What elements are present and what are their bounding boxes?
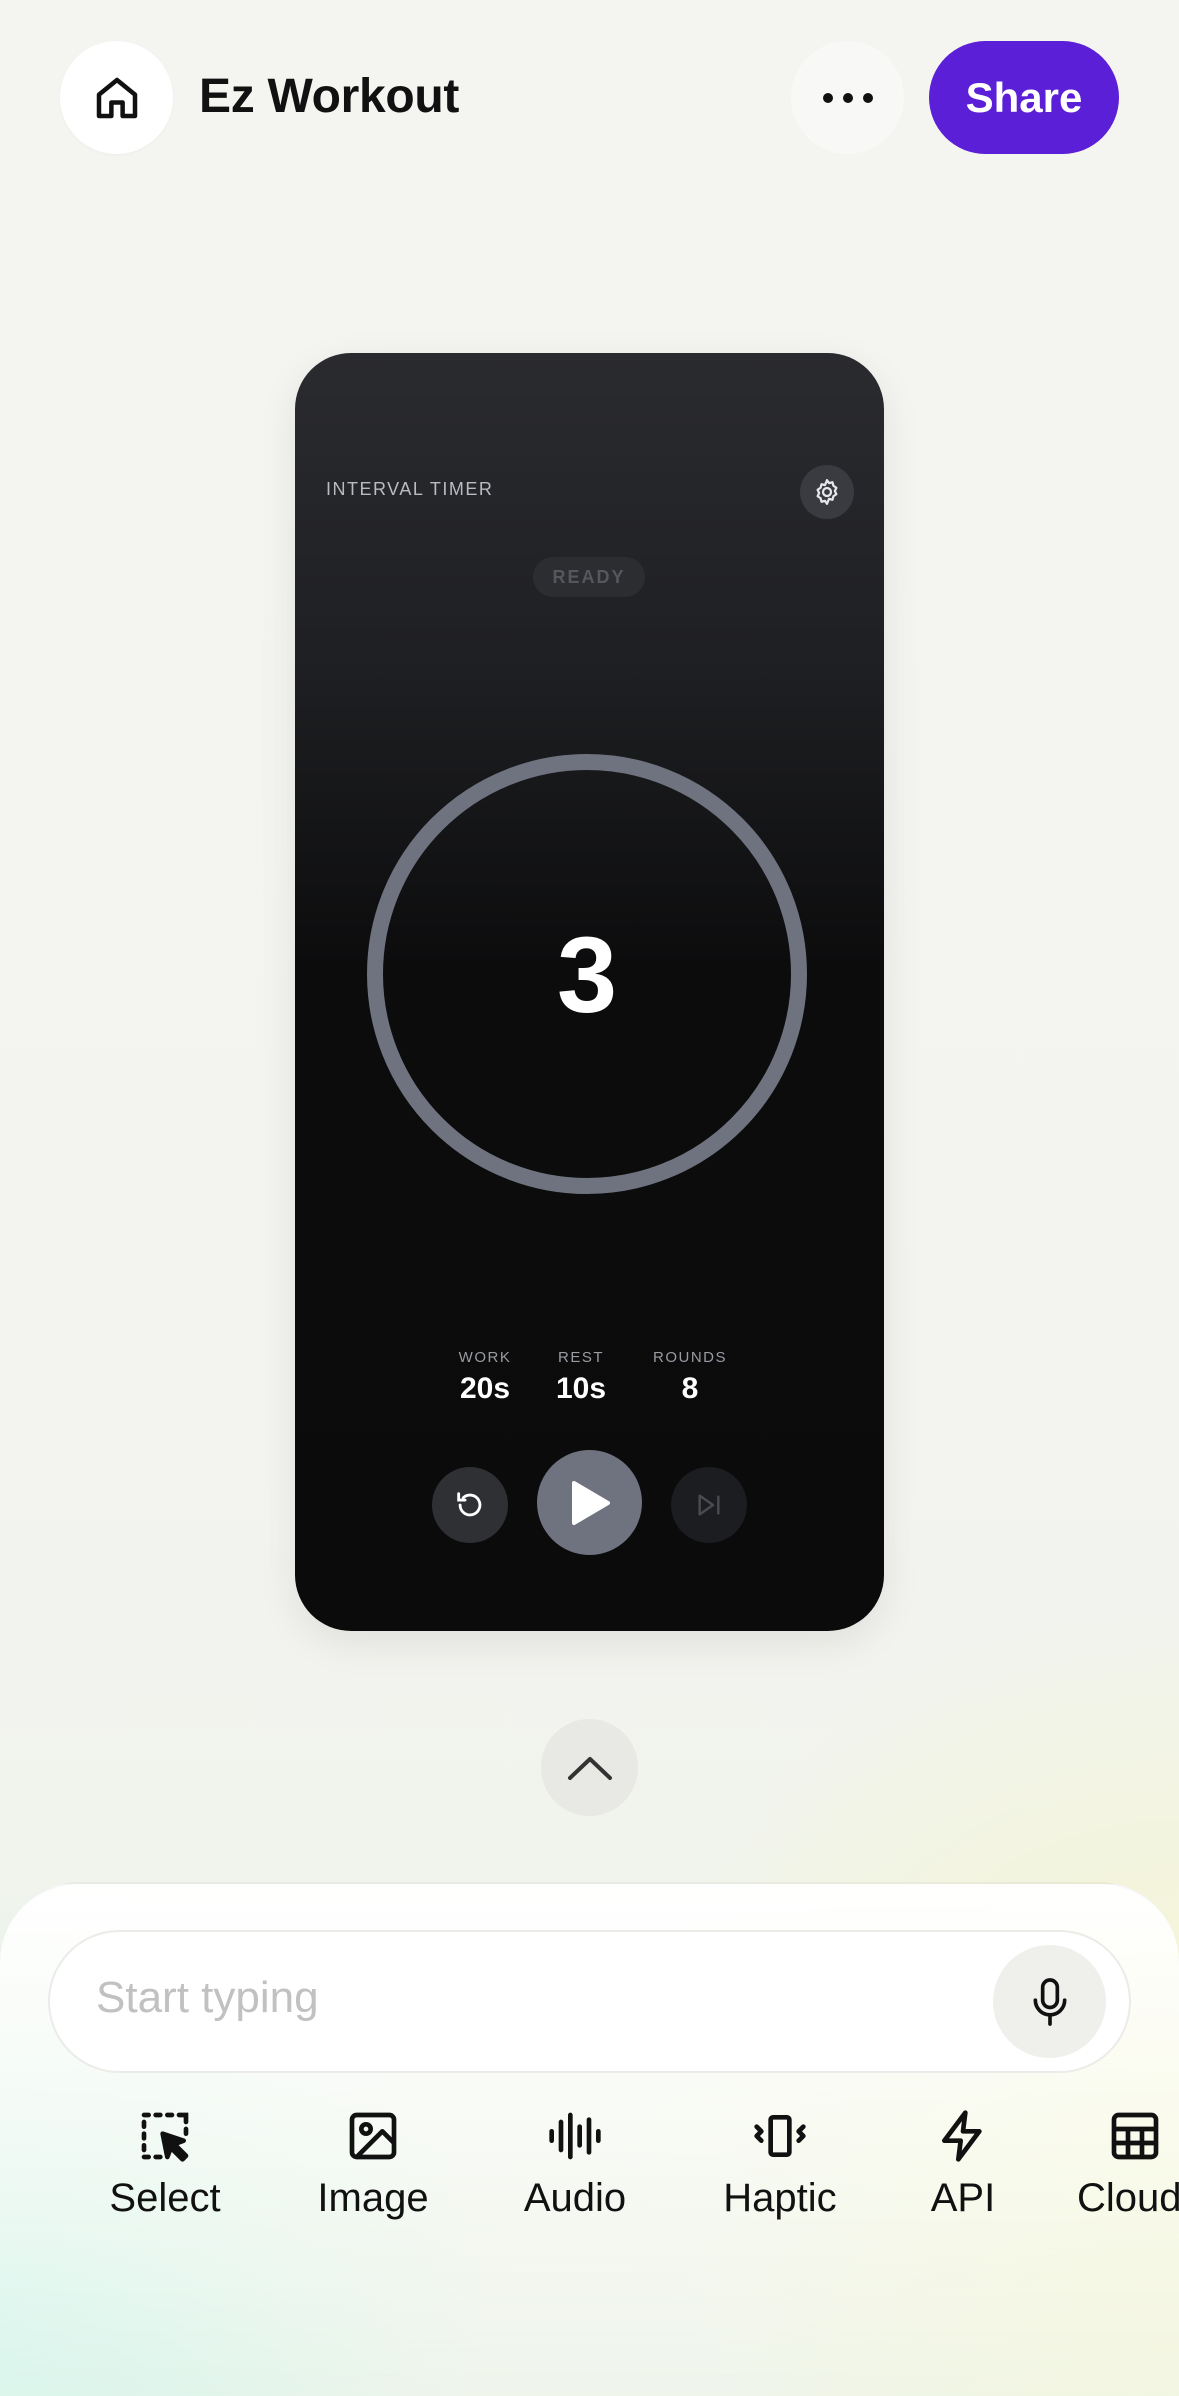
reset-icon [457, 1492, 482, 1517]
microphone-icon [1033, 1977, 1066, 2026]
cloud-icon [1111, 2112, 1159, 2160]
tool-api[interactable]: API [908, 2108, 1018, 2238]
tool-haptic[interactable]: Haptic [710, 2108, 850, 2238]
stat-work: WORK 20s [445, 1349, 525, 1406]
home-icon [96, 77, 137, 118]
api-icon [942, 2110, 982, 2162]
stat-work-label: WORK [458, 1349, 512, 1366]
haptic-icon [754, 2115, 806, 2157]
stat-rest-value: 10s [555, 1372, 607, 1405]
skip-button[interactable] [671, 1467, 747, 1543]
expand-button[interactable] [541, 1719, 638, 1816]
status-badge: READY [533, 557, 645, 597]
stat-work-value: 20s [459, 1372, 511, 1405]
tool-cloud[interactable]: Cloud [1077, 2108, 1179, 2238]
stat-rounds-value: 8 [681, 1372, 699, 1405]
tool-haptic-label: Haptic [723, 2176, 837, 2220]
tool-image[interactable]: Image [303, 2108, 443, 2238]
app-preview: INTERVAL TIMER READY 3 WORK 20s REST 10s… [295, 353, 884, 1631]
preview-title: INTERVAL TIMER [326, 479, 494, 499]
tool-audio[interactable]: Audio [505, 2108, 645, 2238]
more-options-button[interactable] [791, 41, 904, 154]
app-title: Ez Workout [199, 70, 460, 123]
chevron-up-icon [567, 1756, 612, 1780]
reset-button[interactable] [432, 1467, 508, 1543]
prompt-placeholder: Start typing [96, 1973, 319, 2022]
tool-audio-label: Audio [523, 2176, 627, 2220]
select-icon [141, 2112, 189, 2162]
settings-button[interactable] [800, 465, 854, 519]
tool-select[interactable]: Select [95, 2108, 235, 2238]
share-button[interactable]: Share [929, 41, 1119, 154]
stat-rounds-label: ROUNDS [652, 1349, 727, 1366]
audio-icon [549, 2112, 601, 2160]
play-icon [571, 1480, 610, 1525]
countdown-value: 3 [556, 913, 618, 1035]
microphone-button[interactable] [993, 1945, 1106, 2058]
tool-select-label: Select [109, 2176, 221, 2220]
image-icon [349, 2112, 397, 2160]
tool-image-label: Image [317, 2176, 429, 2220]
tool-api-label: API [930, 2176, 996, 2220]
stat-rounds: ROUNDS 8 [635, 1349, 745, 1406]
play-button[interactable] [537, 1450, 642, 1555]
gear-icon [816, 479, 838, 505]
stat-rest: REST 10s [541, 1349, 621, 1406]
tool-cloud-label: Cloud [1077, 2176, 1179, 2220]
home-button[interactable] [60, 41, 173, 154]
stat-rest-label: REST [557, 1349, 604, 1366]
skip-next-icon [698, 1494, 720, 1516]
more-horizontal-icon [822, 92, 873, 103]
